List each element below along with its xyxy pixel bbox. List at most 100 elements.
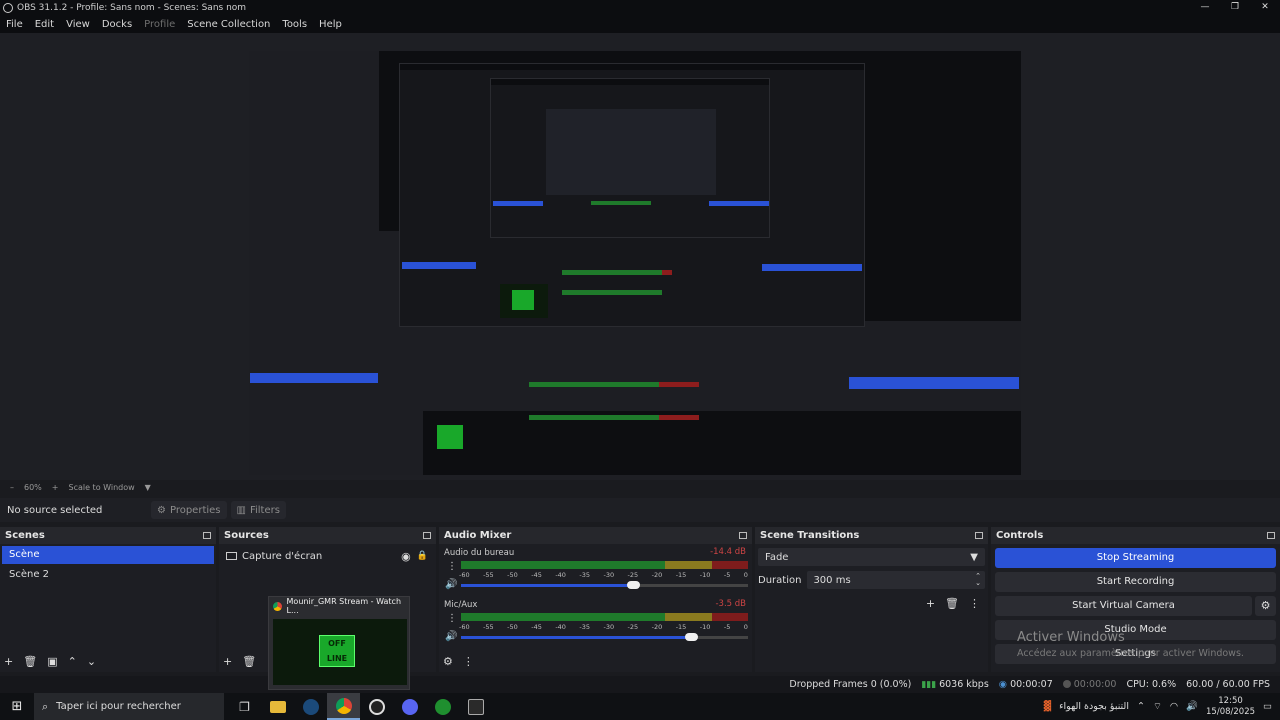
menu-scene-collection[interactable]: Scene Collection: [181, 19, 276, 30]
add-scene-icon[interactable]: +: [4, 655, 13, 668]
undock-icon[interactable]: [975, 532, 983, 539]
popup-thumbnail[interactable]: OFF LINE: [273, 619, 407, 685]
epic-games-icon[interactable]: [459, 693, 492, 720]
steam-icon[interactable]: [294, 693, 327, 720]
speaker-icon[interactable]: 🔊: [445, 579, 457, 590]
meter-ticks: -60 -55 -50 -45 -40 -35 -30 -25 -20 -15 -10 -5 0: [459, 571, 748, 579]
menu-file[interactable]: File: [0, 19, 29, 30]
stream-time: ◉ 00:00:07: [999, 679, 1053, 690]
kebab-menu-icon[interactable]: ⋮: [447, 561, 457, 572]
speaker-icon[interactable]: 🔊: [445, 631, 457, 642]
volume-slider[interactable]: [461, 633, 748, 641]
advanced-audio-icon[interactable]: ⚙: [443, 655, 453, 668]
preview-canvas[interactable]: [249, 39, 1021, 475]
spinner-icon[interactable]: ⌃ ⌄: [975, 573, 981, 587]
trash-icon[interactable]: 🗑: [945, 597, 959, 610]
chevron-down-icon[interactable]: ▼: [145, 483, 151, 492]
scene-item[interactable]: Scène 2: [2, 566, 214, 584]
meter-tick-label: -5: [723, 571, 731, 579]
volume-icon[interactable]: 🔊: [1186, 701, 1198, 712]
menu-help[interactable]: Help: [313, 19, 348, 30]
nested-capture-level-1: [399, 63, 865, 327]
maximize-button[interactable]: ❐: [1220, 0, 1250, 15]
scene-item[interactable]: Scène: [2, 546, 214, 564]
gear-icon[interactable]: ⚙: [1255, 596, 1276, 616]
menu-view[interactable]: View: [60, 19, 96, 30]
chrome-icon[interactable]: [327, 693, 360, 720]
transition-select[interactable]: Fade ▼: [758, 548, 985, 566]
volume-slider[interactable]: [461, 581, 748, 589]
scale-to-window-label[interactable]: Scale to Window: [68, 483, 134, 492]
network-icon[interactable]: ⌔: [1153, 701, 1162, 712]
chevron-up-icon[interactable]: ⌃: [1137, 701, 1145, 712]
record-time-value: 00:00:00: [1073, 679, 1117, 690]
file-explorer-icon[interactable]: [261, 693, 294, 720]
menu-edit[interactable]: Edit: [29, 19, 60, 30]
trash-icon[interactable]: 🗑: [242, 655, 256, 668]
undock-icon[interactable]: [1267, 532, 1275, 539]
controls-dock: Controls Stop Streaming Start Recording …: [991, 527, 1280, 672]
audio-mixer-dock: Audio Mixer Audio du bureau -14.4 dB ⋮ -…: [439, 527, 752, 672]
settings-button[interactable]: Settings: [995, 644, 1276, 664]
dropped-frames: Dropped Frames 0 (0.0%): [789, 679, 912, 690]
windows-start-icon[interactable]: ⊞: [0, 699, 34, 714]
lock-icon[interactable]: 🔒: [417, 551, 428, 561]
filters-button[interactable]: ▥ Filters: [230, 501, 286, 519]
stop-streaming-button[interactable]: Stop Streaming: [995, 548, 1276, 568]
source-item[interactable]: Capture d'écran ◉ 🔒: [219, 546, 436, 566]
undock-icon[interactable]: [203, 532, 211, 539]
clock[interactable]: 12:50 15/08/2025: [1206, 696, 1255, 718]
kebab-menu-icon[interactable]: ⋮: [447, 613, 457, 624]
add-transition-icon[interactable]: +: [926, 597, 935, 610]
source-toolbar: No source selected ⚙ Properties ▥ Filter…: [0, 498, 1280, 522]
channel-db: -14.4 dB: [710, 547, 746, 557]
discord-icon[interactable]: [393, 693, 426, 720]
minimize-button[interactable]: —: [1190, 0, 1220, 15]
audio-channel: Mic/Aux -3.5 dB ⋮ -60 -55 -50 -45 -40 -35 -30-…: [439, 596, 752, 648]
zoom-out-button[interactable]: –: [10, 483, 14, 492]
zoom-in-button[interactable]: +: [52, 483, 59, 492]
eye-icon[interactable]: ◉: [401, 550, 411, 563]
menu-profile[interactable]: Profile: [138, 19, 181, 30]
slider-handle[interactable]: [627, 581, 641, 589]
taskbar-search[interactable]: ⌕ Taper ici pour rechercher: [34, 693, 224, 720]
preview-area[interactable]: [0, 33, 1280, 480]
controls-title: Controls: [996, 530, 1044, 541]
slider-handle[interactable]: [684, 633, 698, 641]
wifi-icon[interactable]: ◠: [1170, 701, 1178, 712]
menu-docks[interactable]: Docks: [96, 19, 138, 30]
task-view-icon[interactable]: ❐: [228, 693, 261, 720]
filters-label: Filters: [249, 504, 280, 516]
move-down-icon[interactable]: ⌄: [87, 655, 96, 668]
duration-input[interactable]: 300 ms ⌃ ⌄: [807, 571, 985, 589]
duration-value: 300 ms: [813, 574, 851, 586]
meter-tick-label: -10: [699, 623, 711, 631]
filter-icon[interactable]: ▣: [47, 655, 57, 668]
add-source-icon[interactable]: +: [223, 655, 232, 668]
meter-tick-label: -55: [483, 623, 494, 631]
weather-icon[interactable]: ▓: [1044, 701, 1051, 712]
undock-icon[interactable]: [739, 532, 747, 539]
start-virtual-camera-button[interactable]: Start Virtual Camera: [995, 596, 1252, 616]
zoom-percent: 60%: [24, 482, 42, 492]
weather-text[interactable]: التنبؤ بجودة الهواء: [1059, 701, 1129, 712]
notification-icon[interactable]: ▭: [1263, 701, 1272, 712]
taskbar-preview-popup[interactable]: Mounir_GMR Stream - Watch L... OFF LINE: [268, 596, 410, 690]
kebab-menu-icon[interactable]: ⋮: [969, 597, 980, 610]
move-up-icon[interactable]: ⌃: [68, 655, 77, 668]
xbox-icon[interactable]: [426, 693, 459, 720]
studio-mode-button[interactable]: Studio Mode: [995, 620, 1276, 640]
obs-icon[interactable]: [360, 693, 393, 720]
kebab-menu-icon[interactable]: ⋮: [463, 655, 474, 668]
bitrate-value: 6036 kbps: [939, 679, 989, 690]
start-recording-button[interactable]: Start Recording: [995, 572, 1276, 592]
undock-icon[interactable]: [423, 532, 431, 539]
close-button[interactable]: ✕: [1250, 0, 1280, 15]
channel-name: Audio du bureau: [444, 548, 515, 558]
menu-tools[interactable]: Tools: [276, 19, 313, 30]
properties-button[interactable]: ⚙ Properties: [151, 501, 227, 519]
trash-icon[interactable]: 🗑: [23, 655, 37, 668]
meter-tick-label: 0: [743, 623, 748, 631]
broadcast-icon: ◉: [998, 679, 1011, 690]
cpu-usage: CPU: 0.6%: [1126, 679, 1177, 690]
